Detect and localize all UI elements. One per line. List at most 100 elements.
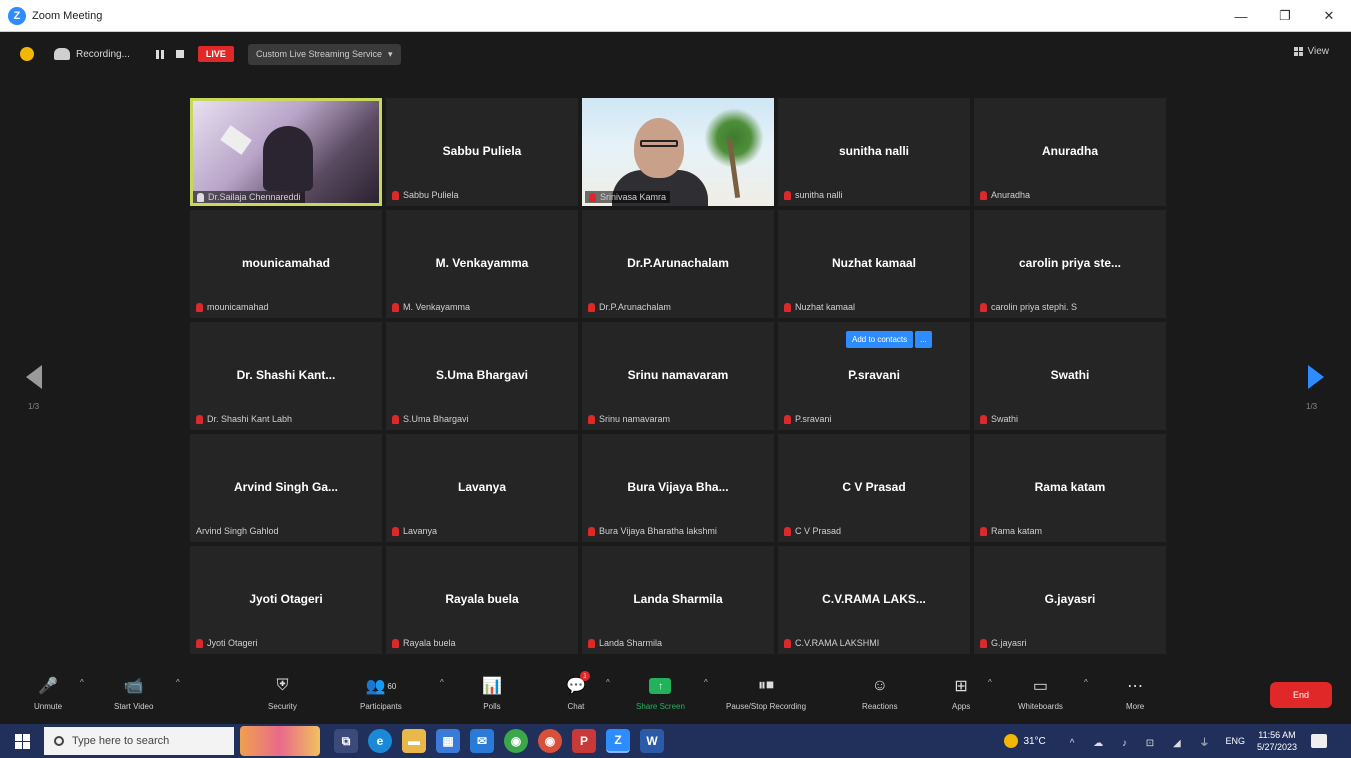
zoom-taskbar-icon[interactable]: Z bbox=[606, 729, 630, 753]
participant-tile[interactable]: S.Uma Bhargavi S.Uma Bhargavi bbox=[386, 322, 578, 430]
weather-widget[interactable]: 31°C bbox=[1004, 734, 1046, 748]
page-indicator-left: 1/3 bbox=[28, 402, 40, 411]
participant-label-text: Dr.Sailaja Chennareddi bbox=[208, 192, 301, 202]
participant-label-text: Rama katam bbox=[991, 526, 1043, 536]
participants-options-caret[interactable]: ^ bbox=[440, 678, 444, 687]
chat-button[interactable]: 💬 1 Chat bbox=[566, 671, 590, 711]
chrome-icon[interactable]: ◉ bbox=[504, 729, 528, 753]
firefox-icon[interactable]: ◉ bbox=[538, 729, 562, 753]
participant-tile[interactable]: C V Prasad C V Prasad bbox=[778, 434, 970, 542]
participant-tile[interactable]: Sabbu Puliela Sabbu Puliela bbox=[386, 98, 578, 206]
participant-tile[interactable]: Srinivasa Kamra bbox=[582, 98, 774, 206]
participant-tile[interactable]: Rayala buela Rayala buela bbox=[386, 546, 578, 654]
participant-tile[interactable]: C.V.RAMA LAKS... C.V.RAMA LAKSHMI bbox=[778, 546, 970, 654]
participant-name-label: Rama katam bbox=[980, 526, 1042, 536]
participant-label-text: Swathi bbox=[991, 414, 1019, 424]
taskbar-search[interactable] bbox=[44, 727, 234, 755]
streaming-service-dropdown[interactable]: Custom Live Streaming Service ▾ bbox=[247, 43, 401, 65]
muted-mic-icon bbox=[784, 526, 791, 536]
start-video-button[interactable]: 📹 Start Video bbox=[114, 674, 153, 711]
polls-button[interactable]: 📊 Polls bbox=[482, 674, 502, 711]
participant-tile[interactable]: Swathi Swathi bbox=[974, 322, 1166, 430]
participant-tile[interactable]: Dr.P.Arunachalam Dr.P.Arunachalam bbox=[582, 210, 774, 318]
whiteboards-button[interactable]: ▭ Whiteboards bbox=[1018, 674, 1063, 711]
live-badge: LIVE bbox=[197, 46, 234, 62]
chat-options-caret[interactable]: ^ bbox=[606, 678, 610, 687]
participant-tile[interactable]: Landa Sharmila Landa Sharmila bbox=[582, 546, 774, 654]
participant-tile[interactable]: Dr.Sailaja Chennareddi bbox=[190, 98, 382, 206]
edge-icon[interactable]: e bbox=[368, 729, 392, 753]
share-screen-button[interactable]: ↑ Share Screen bbox=[636, 674, 685, 711]
end-meeting-button[interactable]: End bbox=[1270, 682, 1332, 708]
more-button[interactable]: ⋯ More bbox=[1126, 674, 1144, 711]
powerpoint-icon[interactable]: P bbox=[572, 729, 596, 753]
participant-display-name: Nuzhat kamaal bbox=[831, 256, 917, 270]
participant-label-text: C.V.RAMA LAKSHMI bbox=[795, 638, 880, 648]
participant-tile[interactable]: sunitha nalli sunitha nalli bbox=[778, 98, 970, 206]
security-shield-icon[interactable] bbox=[20, 47, 34, 61]
video-options-caret[interactable]: ^ bbox=[176, 678, 180, 687]
language-indicator[interactable]: ENG bbox=[1225, 736, 1245, 746]
participant-label-text: carolin priya stephi. S bbox=[991, 302, 1078, 312]
participant-tile[interactable]: G.jayasri G.jayasri bbox=[974, 546, 1166, 654]
participant-tile[interactable]: mounicamahad mounicamahad bbox=[190, 210, 382, 318]
previous-page-arrow-icon[interactable] bbox=[26, 365, 42, 389]
search-icon bbox=[54, 736, 64, 746]
participant-tile[interactable]: Arvind Singh Ga... Arvind Singh Gahlod bbox=[190, 434, 382, 542]
whiteboard-options-caret[interactable]: ^ bbox=[1084, 678, 1088, 687]
close-button[interactable]: ✕ bbox=[1307, 0, 1351, 32]
tile-more-button[interactable]: ... bbox=[915, 331, 932, 348]
participant-display-name: S.Uma Bhargavi bbox=[435, 368, 529, 382]
whiteboards-label: Whiteboards bbox=[1018, 702, 1063, 711]
chat-bubble-icon: 💬 1 bbox=[566, 671, 590, 698]
reactions-button[interactable]: ☺ Reactions bbox=[862, 674, 898, 711]
taskbar-search-input[interactable] bbox=[72, 735, 212, 747]
clock[interactable]: 11:56 AM 5/27/2023 bbox=[1257, 729, 1297, 753]
participant-tile[interactable]: Jyoti Otageri Jyoti Otageri bbox=[190, 546, 382, 654]
zoom-logo-icon: Z bbox=[8, 6, 26, 25]
security-button[interactable]: ⛨ Security bbox=[268, 674, 297, 711]
participant-tile[interactable]: carolin priya ste... carolin priya stephi… bbox=[974, 210, 1166, 318]
tile-hover-actions: Add to contacts ... bbox=[846, 331, 932, 348]
participant-tile[interactable]: M. Venkayamma M. Venkayamma bbox=[386, 210, 578, 318]
apps-options-caret[interactable]: ^ bbox=[988, 678, 992, 687]
participant-tile[interactable]: Nuzhat kamaal Nuzhat kamaal bbox=[778, 210, 970, 318]
tray-icons[interactable]: ^ ☁ ♪ ⊡ ◢ ⏚ bbox=[1070, 734, 1218, 749]
video-off-icon: 📹 bbox=[123, 678, 144, 695]
share-options-caret[interactable]: ^ bbox=[704, 678, 708, 687]
participants-button[interactable]: 👥 60 Participants bbox=[360, 674, 402, 711]
mail-icon[interactable]: ✉ bbox=[470, 729, 494, 753]
apps-icon: ⊞ bbox=[954, 678, 968, 695]
pause-stop-recording-button[interactable]: ⏸⏹ Pause/Stop Recording bbox=[726, 674, 806, 711]
start-button[interactable] bbox=[0, 724, 44, 758]
participant-label-text: Nuzhat kamaal bbox=[795, 302, 856, 312]
chat-label: Chat bbox=[567, 702, 585, 711]
word-icon[interactable]: W bbox=[640, 729, 664, 753]
participant-tile[interactable]: Dr. Shashi Kant... Dr. Shashi Kant Labh bbox=[190, 322, 382, 430]
file-explorer-icon[interactable]: ▬ bbox=[402, 729, 426, 753]
participant-tile[interactable]: Rama katam Rama katam bbox=[974, 434, 1166, 542]
pause-recording-icon[interactable] bbox=[155, 49, 164, 59]
muted-mic-icon bbox=[980, 190, 987, 200]
participant-tile[interactable]: Anuradha Anuradha bbox=[974, 98, 1166, 206]
unmute-button[interactable]: 🎤 Unmute bbox=[34, 674, 62, 711]
participant-tile[interactable]: Lavanya Lavanya bbox=[386, 434, 578, 542]
audio-options-caret[interactable]: ^ bbox=[80, 678, 84, 687]
apps-button[interactable]: ⊞ Apps bbox=[952, 674, 970, 711]
store-icon[interactable]: ▦ bbox=[436, 729, 460, 753]
participant-label-text: M. Venkayamma bbox=[403, 302, 471, 312]
next-page-arrow-icon[interactable] bbox=[1308, 365, 1324, 389]
view-button[interactable]: View bbox=[1293, 46, 1329, 57]
participant-tile[interactable]: Srinu namavaram Srinu namavaram bbox=[582, 322, 774, 430]
participant-label-text: Rayala buela bbox=[403, 638, 456, 648]
stop-recording-icon[interactable] bbox=[175, 50, 184, 58]
start-video-label: Start Video bbox=[114, 702, 154, 711]
news-widget[interactable] bbox=[240, 726, 320, 756]
minimize-button[interactable]: — bbox=[1219, 0, 1263, 32]
add-to-contacts-button[interactable]: Add to contacts bbox=[846, 331, 914, 348]
participants-label: Participants bbox=[360, 702, 402, 711]
task-view-icon[interactable]: ⧉ bbox=[334, 729, 358, 753]
notification-icon[interactable] bbox=[1311, 734, 1327, 748]
restore-button[interactable]: ❐ bbox=[1263, 0, 1307, 32]
participant-tile[interactable]: Bura Vijaya Bha... Bura Vijaya Bharatha l… bbox=[582, 434, 774, 542]
